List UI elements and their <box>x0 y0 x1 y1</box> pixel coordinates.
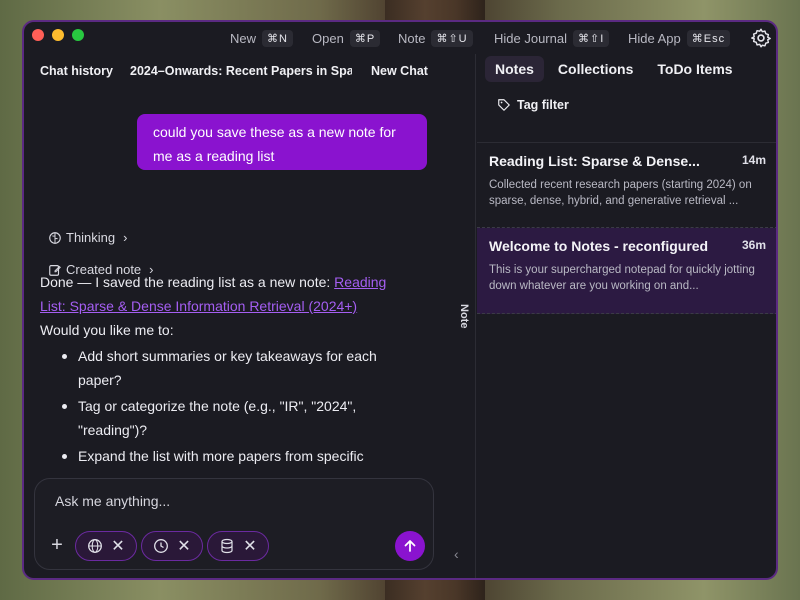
tag-icon <box>498 99 510 111</box>
note-time: 36m <box>741 238 766 252</box>
arrow-up-icon <box>404 540 416 552</box>
chat-pane: Chat history 2024–Onwards: Recent Papers… <box>24 54 444 578</box>
globe-icon <box>88 539 103 553</box>
brain-icon <box>49 231 61 244</box>
shortcut-hide-app[interactable]: Hide App ⌘Esc <box>628 28 731 48</box>
shortcut-hide-journal[interactable]: Hide Journal ⌘⇧I <box>494 28 610 48</box>
zoom-window-button[interactable] <box>72 29 84 41</box>
chevron-right-icon: › <box>123 230 128 245</box>
shortcut-label: Note <box>398 30 426 46</box>
composer: + ✕ ✕ ✕ <box>34 478 434 570</box>
gear-icon[interactable] <box>750 27 772 49</box>
close-icon[interactable]: ✕ <box>111 536 124 556</box>
shortcut-label: Open <box>312 30 344 46</box>
add-attachment-button[interactable]: + <box>47 535 67 555</box>
close-icon[interactable]: ✕ <box>243 536 256 556</box>
send-button[interactable] <box>395 531 425 561</box>
list-item: Expand the list with more papers from sp… <box>62 444 410 468</box>
title-bar: New ⌘N Open ⌘P Note ⌘⇧U Hide Journal ⌘⇧I… <box>24 22 776 54</box>
shortcut-new[interactable]: New ⌘N <box>230 28 293 48</box>
database-icon <box>221 538 233 554</box>
shortcut-keys: ⌘P <box>349 29 381 47</box>
user-message-bubble: could you save these as a new note for m… <box>137 114 427 170</box>
thinking-toggle[interactable]: Thinking › <box>48 230 127 245</box>
notes-tab-bar: Notes Collections ToDo Items <box>485 56 743 82</box>
shortcut-note[interactable]: Note ⌘⇧U <box>398 28 473 48</box>
shortcut-label: Hide App <box>628 30 681 46</box>
reply-intro: Done — I saved the reading list as a new… <box>40 274 335 290</box>
note-title: Reading List: Sparse & Dense... <box>489 153 700 169</box>
shortcut-keys: ⌘Esc <box>686 29 731 47</box>
note-title: Welcome to Notes - reconfigured <box>489 238 709 254</box>
note-rail-label: Note <box>458 304 470 329</box>
reply-question: Would you like me to: <box>40 322 174 338</box>
tab-new-chat[interactable]: New Chat <box>371 64 428 78</box>
close-window-button[interactable] <box>32 29 44 41</box>
app-window: New ⌘N Open ⌘P Note ⌘⇧U Hide Journal ⌘⇧I… <box>22 20 778 580</box>
note-time: 14m <box>741 153 766 167</box>
shortcut-keys: ⌘⇧U <box>431 29 473 47</box>
tab-current-chat[interactable]: 2024–Onwards: Recent Papers in Spar <box>130 64 352 78</box>
chat-tab-bar: Chat history 2024–Onwards: Recent Papers… <box>40 62 444 82</box>
tab-chat-history[interactable]: Chat history <box>40 64 113 78</box>
tag-filter-button[interactable]: Tag filter <box>497 98 569 112</box>
chat-input[interactable] <box>55 493 395 509</box>
note-card[interactable]: Reading List: Sparse & Dense... 14m Coll… <box>477 142 776 228</box>
thinking-label: Thinking <box>66 230 116 245</box>
history-chip[interactable]: ✕ <box>141 531 203 561</box>
web-search-chip[interactable]: ✕ <box>75 531 137 561</box>
shortcut-keys: ⌘⇧I <box>573 29 610 47</box>
note-card-selected[interactable]: Welcome to Notes - reconfigured 36m This… <box>477 228 776 314</box>
minimize-window-button[interactable] <box>52 29 64 41</box>
database-chip[interactable]: ✕ <box>207 531 269 561</box>
list-item: Add short summaries or key takeaways for… <box>62 344 410 392</box>
tab-todo-items[interactable]: ToDo Items <box>647 56 742 82</box>
shortcut-label: Hide Journal <box>494 30 567 46</box>
clock-icon <box>154 539 169 553</box>
shortcut-open[interactable]: Open ⌘P <box>312 28 381 48</box>
note-preview: This is your supercharged notepad for qu… <box>489 264 755 292</box>
assistant-reply: Done — I saved the reading list as a new… <box>40 270 410 470</box>
tab-notes[interactable]: Notes <box>485 56 544 82</box>
list-item: Tag or categorize the note (e.g., "IR", … <box>62 394 410 442</box>
notes-pane: Notes Collections ToDo Items Tag filter … <box>477 54 776 578</box>
note-rail[interactable]: Note ‹ <box>444 54 476 578</box>
tag-filter-label: Tag filter <box>517 98 569 112</box>
shortcut-label: New <box>230 30 257 46</box>
reply-options-list: Add short summaries or key takeaways for… <box>62 344 410 468</box>
tab-collections[interactable]: Collections <box>548 56 643 82</box>
chevron-left-icon[interactable]: ‹ <box>454 546 459 562</box>
shortcut-keys: ⌘N <box>262 29 293 47</box>
close-icon[interactable]: ✕ <box>177 536 190 556</box>
note-preview: Collected recent research papers (starti… <box>489 179 752 207</box>
